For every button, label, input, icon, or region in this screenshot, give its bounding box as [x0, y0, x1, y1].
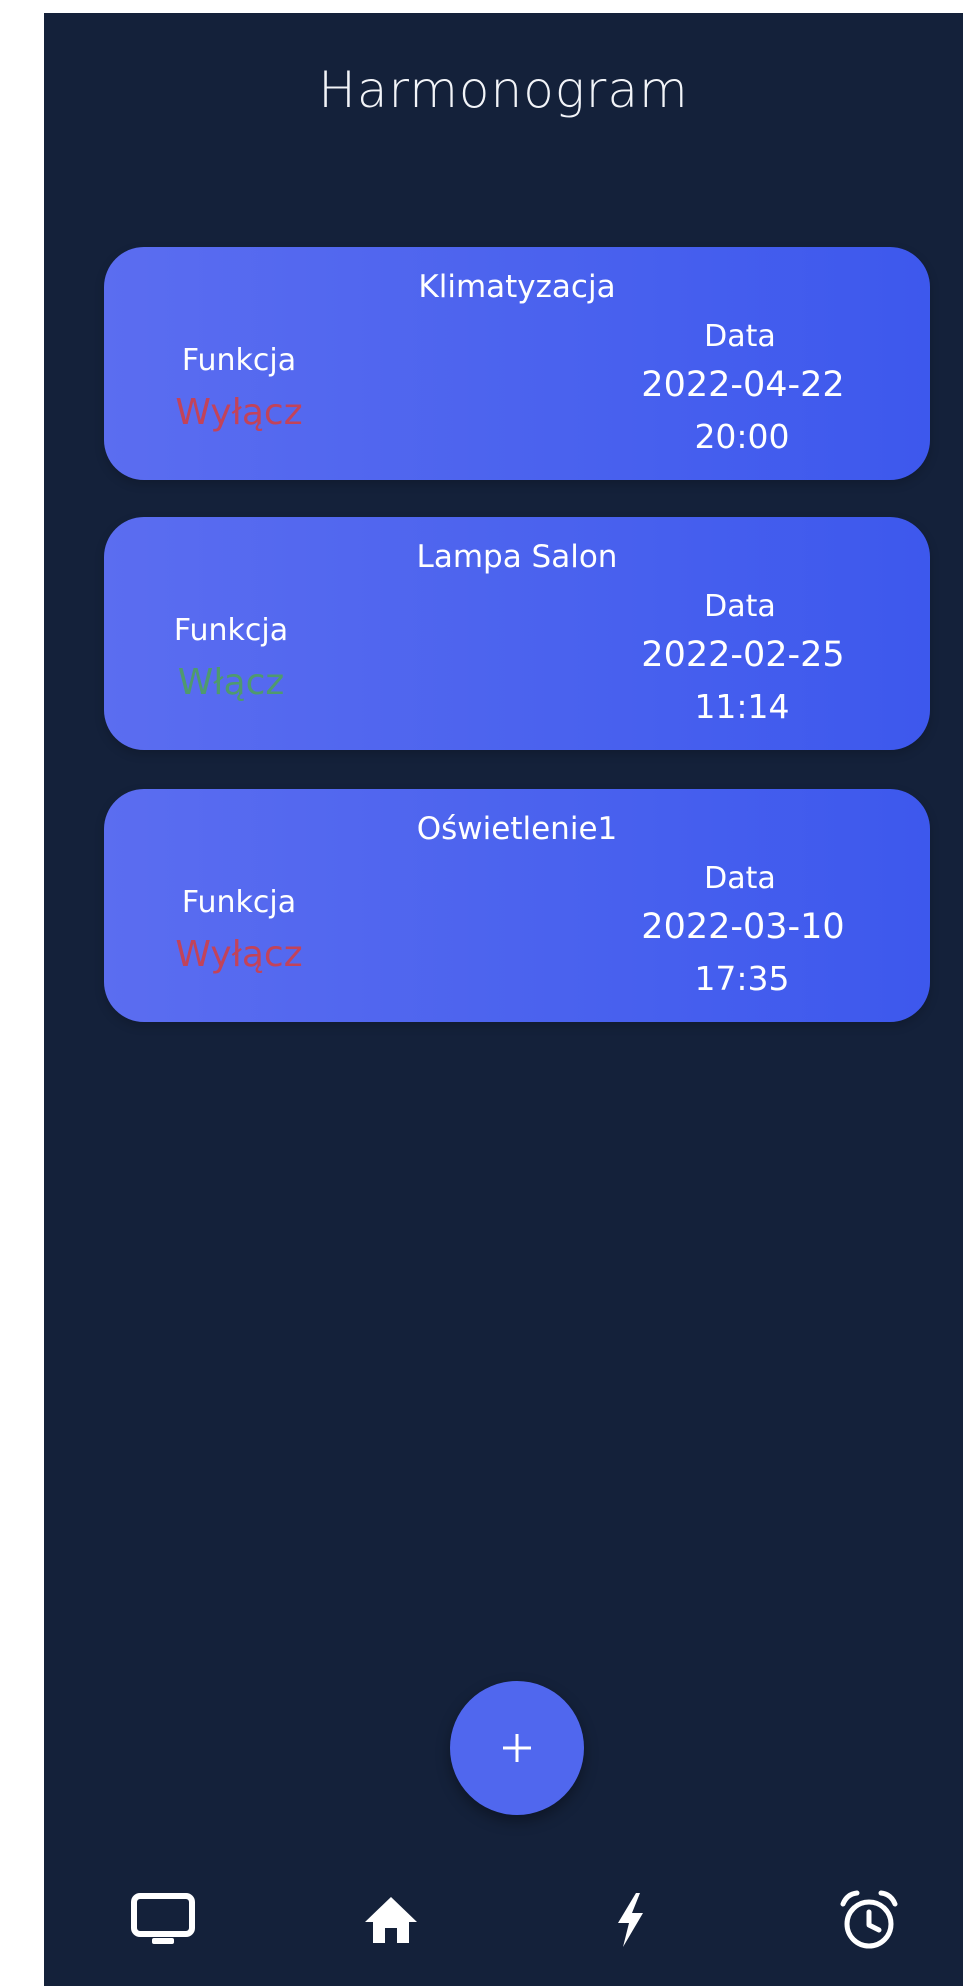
date-value: 2022-03-10 [641, 907, 845, 947]
date-label: Data [704, 319, 776, 354]
function-label: Funkcja [181, 343, 297, 378]
function-label: Funkcja [181, 885, 297, 920]
schedule-card-klimatyzacja[interactable]: Klimatyzacja Funkcja Wyłącz Data 2022-04… [104, 247, 930, 480]
time-value: 11:14 [694, 687, 790, 726]
alarm-clock-icon [840, 1890, 898, 1949]
add-schedule-button[interactable] [450, 1681, 584, 1815]
function-value: Wyłącz [175, 392, 303, 433]
date-label: Data [704, 861, 776, 896]
function-value: Wyłącz [175, 934, 303, 975]
date-value: 2022-04-22 [641, 365, 845, 405]
time-value: 20:00 [694, 417, 790, 456]
page-title: Harmonogram [318, 61, 689, 119]
nav-energy[interactable] [585, 1885, 675, 1955]
schedule-card-oswietlenie1[interactable]: Oświetlenie1 Funkcja Wyłącz Data 2022-03… [104, 789, 930, 1022]
nav-devices[interactable] [118, 1885, 208, 1955]
schedule-card-lampa-salon[interactable]: Lampa Salon Funkcja Włącz Data 2022-02-2… [104, 517, 930, 750]
device-name: Oświetlenie1 [416, 811, 618, 847]
function-value: Włącz [177, 662, 285, 703]
bottom-navigation [44, 1855, 963, 1986]
app-screen: Harmonogram Klimatyzacja Funkcja Wyłącz … [44, 13, 963, 1986]
date-label: Data [704, 589, 776, 624]
device-name: Lampa Salon [416, 539, 618, 575]
time-value: 17:35 [694, 959, 790, 998]
nav-schedule[interactable] [824, 1885, 914, 1955]
monitor-icon [131, 1893, 195, 1944]
home-icon [365, 1897, 417, 1943]
device-name: Klimatyzacja [418, 269, 616, 305]
date-value: 2022-02-25 [641, 635, 845, 675]
plus-icon [503, 1734, 531, 1762]
lightning-icon [618, 1893, 643, 1947]
nav-home[interactable] [346, 1885, 436, 1955]
function-label: Funkcja [173, 613, 289, 648]
